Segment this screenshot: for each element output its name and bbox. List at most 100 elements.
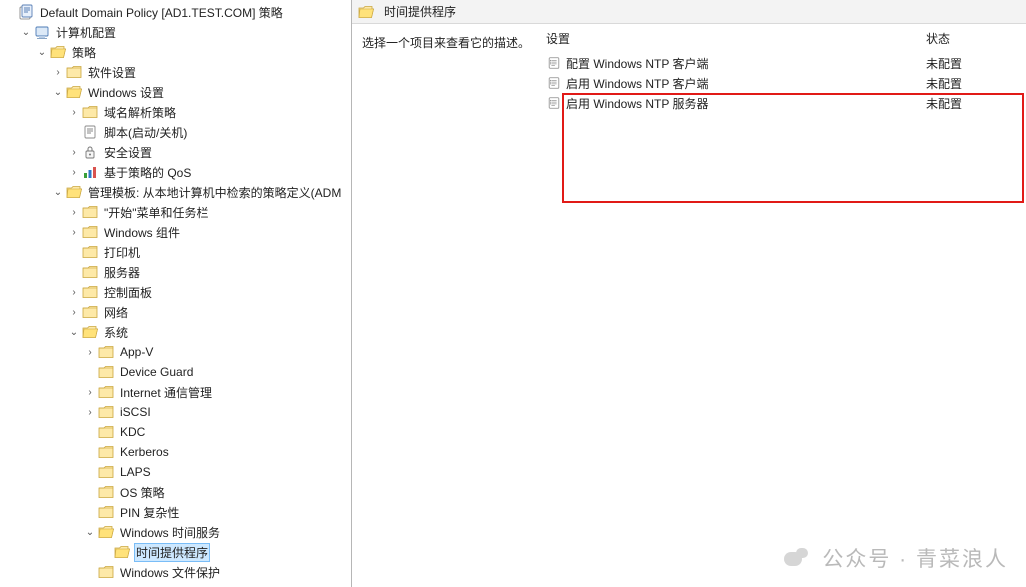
setting-icon bbox=[546, 95, 562, 111]
setting-row[interactable]: 配置 Windows NTP 客户端 未配置 bbox=[542, 53, 1026, 73]
folder-icon bbox=[114, 544, 130, 560]
tree-label: PIN 复杂性 bbox=[118, 503, 181, 522]
tree-file-protect[interactable]: ▸ Windows 文件保护 bbox=[0, 562, 351, 582]
chart-bars-icon bbox=[82, 164, 98, 180]
tree-internet-comm[interactable]: › Internet 通信管理 bbox=[0, 382, 351, 402]
tree-scripts[interactable]: ▸ 脚本(启动/关机) bbox=[0, 122, 351, 142]
collapse-toggle[interactable]: ⌄ bbox=[66, 324, 82, 340]
tree-servers[interactable]: ▸ 服务器 bbox=[0, 262, 351, 282]
folder-icon bbox=[82, 284, 98, 300]
tree-system[interactable]: ⌄ 系统 bbox=[0, 322, 351, 342]
tree-computer-config[interactable]: ⌄ 计算机配置 bbox=[0, 22, 351, 42]
collapse-toggle[interactable]: ⌄ bbox=[34, 44, 50, 60]
expand-toggle[interactable]: › bbox=[82, 344, 98, 360]
description-text: 选择一个项目来查看它的描述。 bbox=[362, 36, 530, 50]
folder-icon bbox=[66, 64, 82, 80]
folder-icon bbox=[50, 44, 66, 60]
tree-label: Device Guard bbox=[118, 364, 195, 380]
folder-icon bbox=[98, 424, 114, 440]
setting-name: 配置 Windows NTP 客户端 bbox=[566, 55, 926, 72]
expand-toggle[interactable]: › bbox=[82, 384, 98, 400]
collapse-toggle[interactable]: ⌄ bbox=[82, 524, 98, 540]
expand-toggle[interactable]: › bbox=[66, 144, 82, 160]
tree-appv[interactable]: › App-V bbox=[0, 342, 351, 362]
tree-label: Windows 组件 bbox=[102, 223, 182, 242]
details-panel: 时间提供程序 选择一个项目来查看它的描述。 设置 状态 配置 Windows N… bbox=[352, 0, 1026, 587]
expand-toggle[interactable]: › bbox=[82, 404, 98, 420]
expand-toggle[interactable]: › bbox=[66, 224, 82, 240]
tree-laps[interactable]: ▸ LAPS bbox=[0, 462, 351, 482]
tree-kdc[interactable]: ▸ KDC bbox=[0, 422, 351, 442]
expand-toggle[interactable]: › bbox=[66, 284, 82, 300]
tree-label: 打印机 bbox=[102, 243, 142, 262]
tree-label: 脚本(启动/关机) bbox=[102, 123, 189, 142]
setting-state: 未配置 bbox=[926, 95, 996, 112]
collapse-toggle[interactable]: ⌄ bbox=[18, 24, 34, 40]
collapse-toggle[interactable]: ⌄ bbox=[50, 184, 66, 200]
tree-windows-settings[interactable]: ⌄ Windows 设置 bbox=[0, 82, 351, 102]
tree-time-providers[interactable]: ▸ 时间提供程序 bbox=[0, 542, 351, 562]
policy-icon bbox=[18, 4, 34, 20]
folder-icon bbox=[98, 344, 114, 360]
folder-icon bbox=[98, 464, 114, 480]
expand-toggle[interactable]: › bbox=[66, 204, 82, 220]
folder-icon bbox=[82, 204, 98, 220]
tree-security[interactable]: › 安全设置 bbox=[0, 142, 351, 162]
description-column: 选择一个项目来查看它的描述。 bbox=[352, 24, 542, 587]
folder-icon bbox=[82, 304, 98, 320]
tree-admin-templates[interactable]: ⌄ 管理模板: 从本地计算机中检索的策略定义(ADM bbox=[0, 182, 351, 202]
settings-list: 配置 Windows NTP 客户端 未配置 启用 Windows NTP 客户… bbox=[542, 53, 1026, 113]
col-header-setting[interactable]: 设置 bbox=[546, 30, 926, 47]
column-headers[interactable]: 设置 状态 bbox=[542, 30, 1026, 47]
setting-row[interactable]: 启用 Windows NTP 服务器 未配置 bbox=[542, 93, 1026, 113]
tree-label: Windows 设置 bbox=[86, 83, 166, 102]
tree-root[interactable]: ▸ Default Domain Policy [AD1.TEST.COM] 策… bbox=[0, 2, 351, 22]
expand-toggle[interactable]: › bbox=[66, 304, 82, 320]
tree-label: 系统 bbox=[102, 323, 130, 342]
tree-os-policy[interactable]: ▸ OS 策略 bbox=[0, 482, 351, 502]
tree-label: Internet 通信管理 bbox=[118, 383, 214, 402]
tree-network[interactable]: › 网络 bbox=[0, 302, 351, 322]
tree-label: Windows 时间服务 bbox=[118, 523, 222, 542]
setting-state: 未配置 bbox=[926, 55, 996, 72]
setting-row[interactable]: 启用 Windows NTP 客户端 未配置 bbox=[542, 73, 1026, 93]
setting-name: 启用 Windows NTP 服务器 bbox=[566, 95, 926, 112]
tree-start-taskbar[interactable]: › "开始"菜单和任务栏 bbox=[0, 202, 351, 222]
tree-device-guard[interactable]: ▸ Device Guard bbox=[0, 362, 351, 382]
folder-icon bbox=[98, 524, 114, 540]
tree-label: 网络 bbox=[102, 303, 130, 322]
tree-label: iSCSI bbox=[118, 404, 153, 420]
setting-icon bbox=[546, 75, 562, 91]
tree-label: Kerberos bbox=[118, 444, 171, 460]
tree-time-service[interactable]: ⌄ Windows 时间服务 bbox=[0, 522, 351, 542]
expand-toggle[interactable]: › bbox=[66, 104, 82, 120]
tree-qos[interactable]: › 基于策略的 QoS bbox=[0, 162, 351, 182]
tree-iscsi[interactable]: › iSCSI bbox=[0, 402, 351, 422]
folder-icon bbox=[66, 84, 82, 100]
folder-icon bbox=[98, 404, 114, 420]
folder-icon bbox=[98, 364, 114, 380]
tree-label: OS 策略 bbox=[118, 483, 167, 502]
tree-label: KDC bbox=[118, 424, 147, 440]
col-header-state[interactable]: 状态 bbox=[926, 30, 996, 47]
tree-label: 服务器 bbox=[102, 263, 142, 282]
tree-control-panel[interactable]: › 控制面板 bbox=[0, 282, 351, 302]
tree-software-settings[interactable]: › 软件设置 bbox=[0, 62, 351, 82]
tree-label: App-V bbox=[118, 344, 155, 360]
tree-label: 控制面板 bbox=[102, 283, 154, 302]
setting-name: 启用 Windows NTP 客户端 bbox=[566, 75, 926, 92]
tree-printers[interactable]: ▸ 打印机 bbox=[0, 242, 351, 262]
folder-icon bbox=[82, 324, 98, 340]
tree-pin-complexity[interactable]: ▸ PIN 复杂性 bbox=[0, 502, 351, 522]
folder-icon bbox=[82, 244, 98, 260]
expand-toggle[interactable]: › bbox=[66, 164, 82, 180]
tree-policies[interactable]: ⌄ 策略 bbox=[0, 42, 351, 62]
collapse-toggle[interactable]: ⌄ bbox=[50, 84, 66, 100]
tree-windows-components[interactable]: › Windows 组件 bbox=[0, 222, 351, 242]
policy-tree[interactable]: ▸ Default Domain Policy [AD1.TEST.COM] 策… bbox=[0, 2, 351, 582]
tree-kerberos[interactable]: ▸ Kerberos bbox=[0, 442, 351, 462]
settings-column: 设置 状态 配置 Windows NTP 客户端 未配置 启用 Windows … bbox=[542, 24, 1026, 587]
tree-label: 计算机配置 bbox=[54, 23, 118, 42]
tree-name-resolution[interactable]: › 域名解析策略 bbox=[0, 102, 351, 122]
expand-toggle[interactable]: › bbox=[50, 64, 66, 80]
